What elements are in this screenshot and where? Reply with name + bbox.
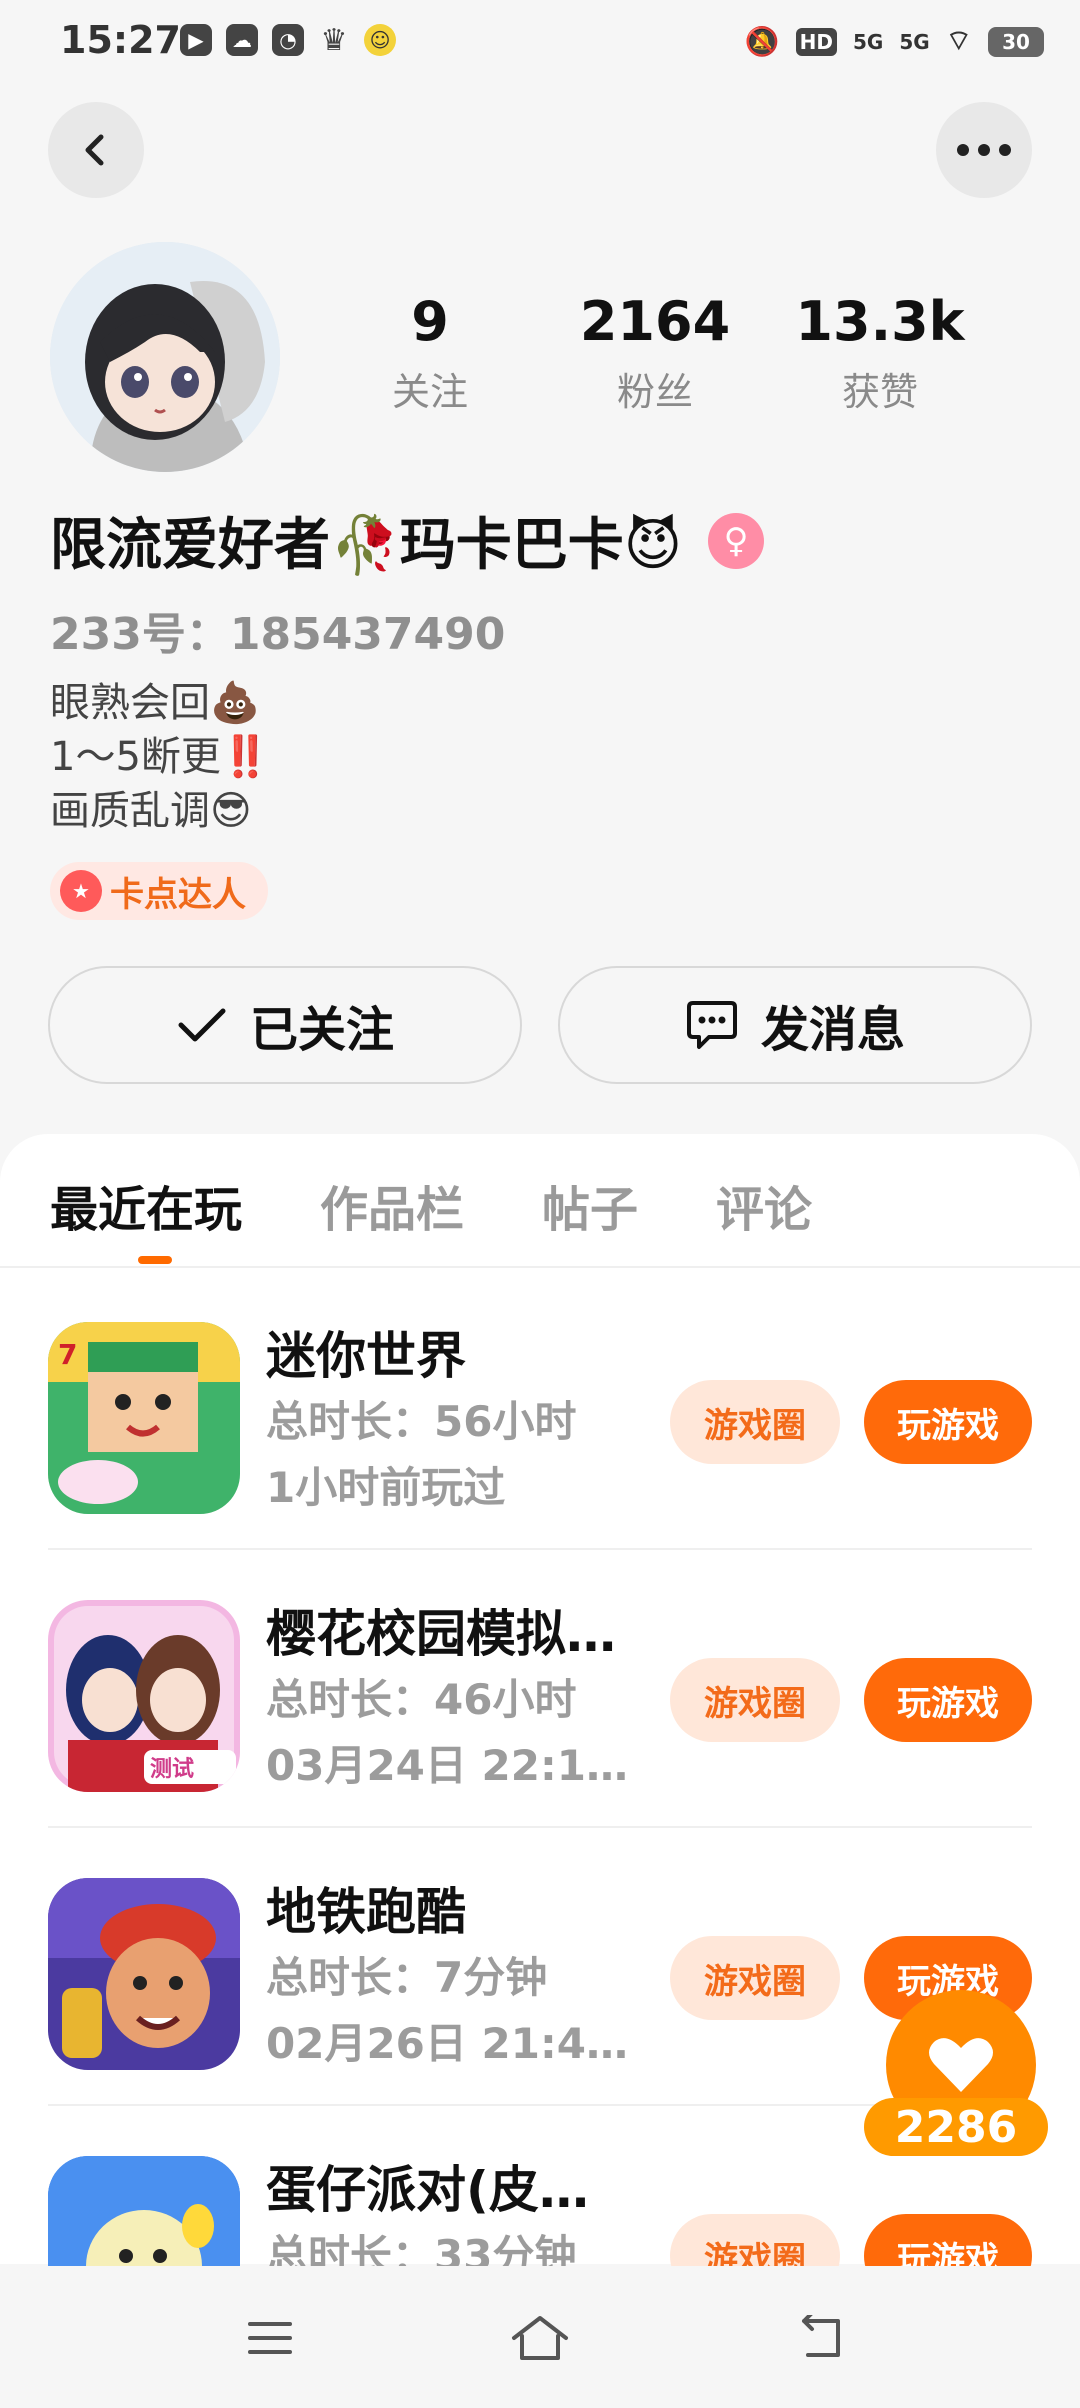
game-row[interactable]: 7 迷你世界 总时长：56小时 1小时前玩过 游戏圈 玩游戏 (0, 1270, 1080, 1550)
badge-icon: ★ (60, 870, 102, 912)
game-icon-sakura-school: 测试 (48, 1600, 240, 1792)
following-button-label: 已关注 (249, 1002, 394, 1058)
stat-following-value: 9 (411, 290, 449, 353)
game-title: 樱花校园模拟… (266, 1605, 616, 1663)
more-options-button[interactable] (936, 102, 1032, 198)
send-message-button-label: 发消息 (760, 1002, 905, 1058)
user-bio: 眼熟会回💩 1～5断更‼️ 画质乱调😎 (50, 676, 271, 838)
game-duration: 总时长：56小时 (266, 1397, 577, 1446)
profile-tabs: 最近在玩 作品栏 帖子 评论 (50, 1170, 812, 1240)
stat-likes-label: 获赞 (841, 370, 918, 414)
badge-label: 卡点达人 (110, 874, 246, 915)
tab-recently-played[interactable]: 最近在玩 (50, 1170, 242, 1240)
status-notification-icons: ▶ ☁ ◔ ♛ ☺ (180, 22, 396, 58)
game-last-played: 03月24日 22:1… (266, 1741, 628, 1790)
system-nav-bar (0, 2266, 1080, 2408)
profile-page: 15:27 ▶ ☁ ◔ ♛ ☺ 🔕 HD 5G 5G ⌔ 30 9 关注 216… (0, 0, 1080, 2408)
tabs-divider (0, 1266, 1080, 1268)
play-game-button[interactable]: 玩游戏 (864, 1380, 1032, 1464)
game-last-played: 1小时前玩过 (266, 1463, 506, 1512)
tab-works[interactable]: 作品栏 (320, 1170, 464, 1240)
mute-icon: 🔕 (744, 25, 780, 58)
wifi-icon: ⌔ (945, 24, 972, 57)
tab-posts[interactable]: 帖子 (542, 1170, 638, 1240)
status-system-icons: 🔕 HD 5G 5G ⌔ 30 (745, 24, 1044, 59)
svg-text:7: 7 (58, 1338, 77, 1371)
achievement-badge[interactable]: ★ 卡点达人 (50, 862, 268, 920)
game-circle-button[interactable]: 游戏圈 (670, 1658, 840, 1742)
game-last-played: 02月26日 21:4… (266, 2019, 628, 2068)
active-tab-indicator (138, 1256, 172, 1264)
signal-5g-icon-1: 5G (852, 29, 884, 54)
game-icon-subway-surfers (48, 1878, 240, 2070)
play-game-button[interactable]: 玩游戏 (864, 1658, 1032, 1742)
app-notification-icon: ▶ (180, 24, 212, 56)
stat-followers[interactable]: 2164 粉丝 (555, 290, 755, 416)
menu-icon (248, 2322, 292, 2354)
name-row: 限流爱好者🥀玛卡巴卡😈 ♀ (50, 500, 765, 581)
battery-icon: 30 (988, 26, 1044, 57)
status-bar: 15:27 ▶ ☁ ◔ ♛ ☺ 🔕 HD 5G 5G ⌔ 30 (0, 0, 1080, 84)
back-arrow-icon (802, 2315, 840, 2357)
game-title: 蛋仔派对(皮… (266, 2161, 589, 2219)
chevron-left-icon (85, 134, 104, 166)
game-duration: 总时长：7分钟 (266, 1953, 548, 2002)
checkmark-icon (178, 1008, 226, 1042)
user-name: 限流爱好者🥀玛卡巴卡😈 (50, 513, 683, 578)
game-circle-button[interactable]: 游戏圈 (670, 1936, 840, 2020)
tab-comments[interactable]: 评论 (716, 1170, 812, 1240)
bio-line: 眼熟会回💩 (50, 680, 260, 726)
user-id[interactable]: 233号：185437490 (50, 598, 505, 662)
game-icon-mini-world: 7 (48, 1322, 240, 1514)
stat-likes-value: 13.3k (795, 290, 965, 353)
status-time: 15:27 (60, 18, 181, 62)
game-circle-button[interactable]: 游戏圈 (670, 1380, 840, 1464)
following-button[interactable]: 已关注 (48, 966, 522, 1084)
chat-bubble-icon (686, 1001, 737, 1049)
stat-followers-label: 粉丝 (616, 370, 693, 414)
stat-following[interactable]: 9 关注 (330, 290, 530, 416)
nav-back-button[interactable] (780, 2298, 860, 2378)
compass-icon: ◔ (272, 24, 304, 56)
home-icon (512, 2316, 568, 2360)
nav-home-button[interactable] (500, 2298, 580, 2378)
like-count: 2286 (864, 2098, 1048, 2156)
cloud-icon: ☁ (226, 24, 258, 56)
game-row[interactable]: 测试 樱花校园模拟… 总时长：46小时 03月24日 22:1… 游戏圈 玩游戏 (0, 1548, 1080, 1828)
bio-line: 1～5断更‼️ (50, 734, 271, 780)
back-button[interactable] (48, 102, 144, 198)
stat-followers-value: 2164 (579, 290, 731, 353)
game-title: 地铁跑酷 (266, 1883, 466, 1941)
stat-following-label: 关注 (391, 370, 468, 414)
more-dots-icon (957, 144, 1011, 156)
avatar-image (50, 242, 280, 472)
crown-icon: ♛ (320, 22, 348, 58)
send-message-button[interactable]: 发消息 (558, 966, 1032, 1084)
bio-line: 画质乱调😎 (50, 788, 252, 834)
assistant-icon: ☺ (364, 24, 396, 56)
heart-icon (929, 2038, 993, 2092)
profile-stats: 9 关注 2164 粉丝 13.3k 获赞 (330, 290, 980, 416)
female-gender-icon: ♀ (708, 512, 765, 569)
game-duration: 总时长：46小时 (266, 1675, 577, 1724)
svg-text:测试: 测试 (150, 1757, 194, 1782)
stat-likes[interactable]: 13.3k 获赞 (780, 290, 980, 416)
avatar[interactable] (50, 242, 280, 472)
like-float-button[interactable]: 2286 (864, 1958, 1054, 2156)
signal-5g-icon-2: 5G (899, 29, 930, 54)
hd-icon: HD (795, 27, 837, 56)
game-title: 迷你世界 (266, 1327, 466, 1385)
nav-menu-button[interactable] (230, 2298, 310, 2378)
